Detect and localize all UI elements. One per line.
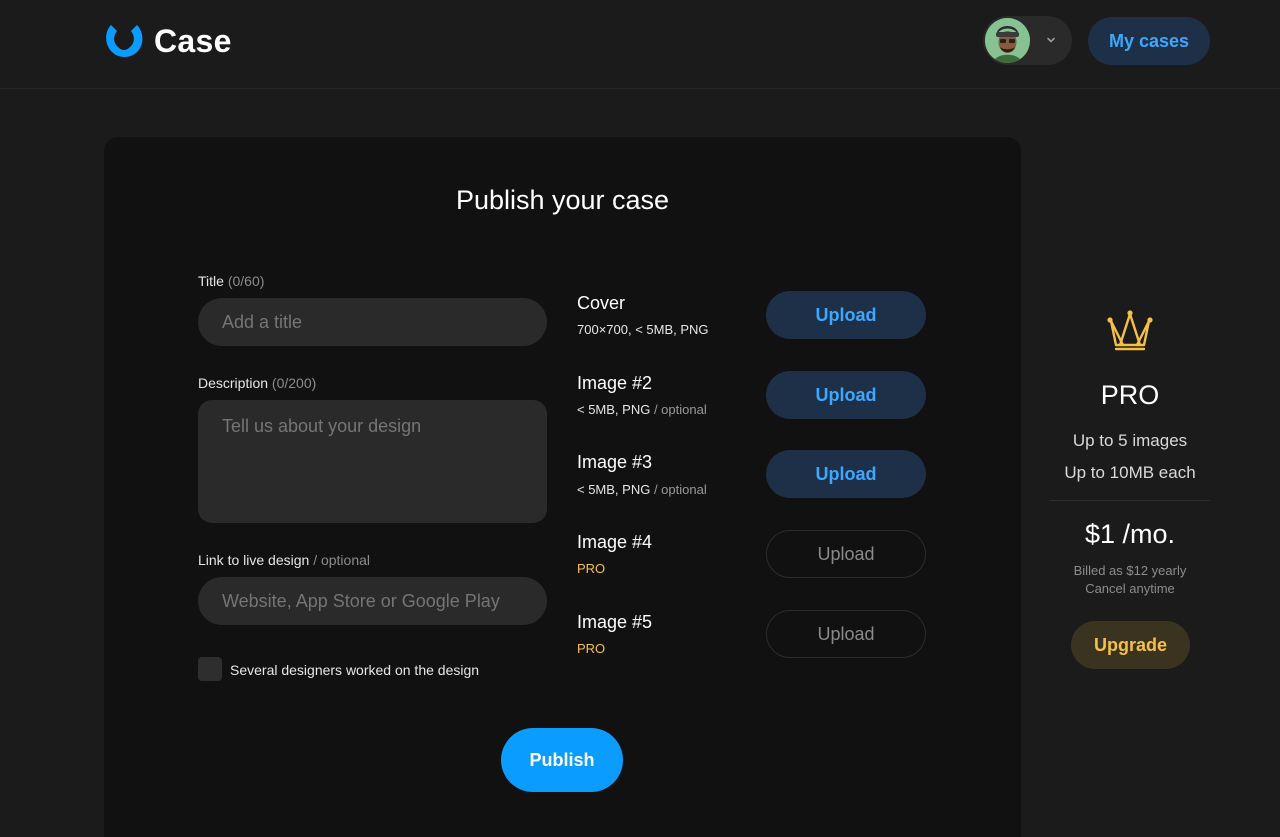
upload-sub-cover-text: 700×700, < 5MB, PNG	[577, 322, 709, 337]
upload-title-image3: Image #3	[577, 452, 653, 472]
my-cases-button[interactable]: My cases	[1088, 17, 1210, 65]
avatar	[985, 18, 1030, 63]
page-title: Publish your case	[455, 185, 670, 215]
link-label-text: Link to live design	[198, 552, 310, 568]
upload-title-cover: Cover	[577, 293, 626, 313]
upload-sub-image2: < 5MB, PNG / optional	[577, 402, 707, 417]
pro-badge-image5: PRO	[577, 641, 606, 656]
title-input[interactable]	[198, 298, 547, 346]
upload-sub-cover: 700×700, < 5MB, PNG	[577, 322, 709, 337]
crown-icon	[1107, 310, 1153, 351]
upload-cover-button[interactable]: Upload	[766, 291, 926, 339]
top-header: Case My cases	[0, 0, 1280, 89]
pro-feature-size: Up to 10MB each	[1064, 463, 1196, 482]
pro-billed-text: Billed as $12 yearly	[1073, 563, 1187, 578]
publish-button[interactable]: Publish	[501, 728, 623, 792]
publish-card: Publish your case Title (0/60) Descripti…	[104, 137, 1021, 837]
upgrade-button[interactable]: Upgrade	[1071, 621, 1190, 669]
upload-sub-image2-optional: / optional	[653, 402, 707, 417]
chevron-down-icon	[1047, 37, 1055, 43]
logo-icon	[106, 25, 143, 57]
upload-image2-button[interactable]: Upload	[766, 371, 926, 419]
pro-feature-images: Up to 5 images	[1072, 431, 1188, 450]
description-textarea[interactable]	[198, 400, 547, 523]
live-design-link-input[interactable]	[198, 577, 547, 625]
upload-sub-image3: < 5MB, PNG / optional	[577, 482, 707, 497]
pro-badge-image4: PRO	[577, 561, 606, 576]
avatar-image	[985, 18, 1030, 63]
description-char-count: (0/200)	[271, 375, 317, 391]
upload-title-image2: Image #2	[577, 373, 653, 393]
pro-cancel-text: Cancel anytime	[1085, 581, 1175, 596]
upload-image3-button[interactable]: Upload	[766, 450, 926, 498]
title-label: Title (0/60)	[198, 273, 264, 289]
upload-image4-button[interactable]: Upload	[766, 530, 926, 578]
title-label-text: Title	[198, 273, 224, 289]
title-char-count: (0/60)	[227, 273, 265, 289]
upload-image5-button[interactable]: Upload	[766, 610, 926, 658]
description-label-text: Description	[198, 375, 269, 391]
pro-price: $1 /mo.	[1084, 519, 1176, 549]
upload-title-image5: Image #5	[577, 612, 653, 632]
several-designers-checkbox[interactable]	[198, 657, 222, 681]
pro-divider	[1050, 500, 1210, 501]
upload-title-image4: Image #4	[577, 532, 653, 552]
logo[interactable]: Case	[103, 21, 232, 61]
user-menu-button[interactable]	[983, 16, 1072, 65]
pro-title: PRO	[1100, 380, 1160, 410]
link-optional-text: / optional	[313, 552, 371, 568]
upload-sub-image2-text: < 5MB, PNG	[577, 402, 651, 417]
logo-text: Case	[154, 23, 232, 59]
upload-sub-image3-optional: / optional	[653, 482, 707, 497]
upload-sub-image3-text: < 5MB, PNG	[577, 482, 651, 497]
several-designers-label[interactable]: Several designers worked on the design	[230, 662, 479, 678]
link-label: Link to live design / optional	[198, 552, 370, 568]
description-label: Description (0/200)	[198, 375, 316, 391]
